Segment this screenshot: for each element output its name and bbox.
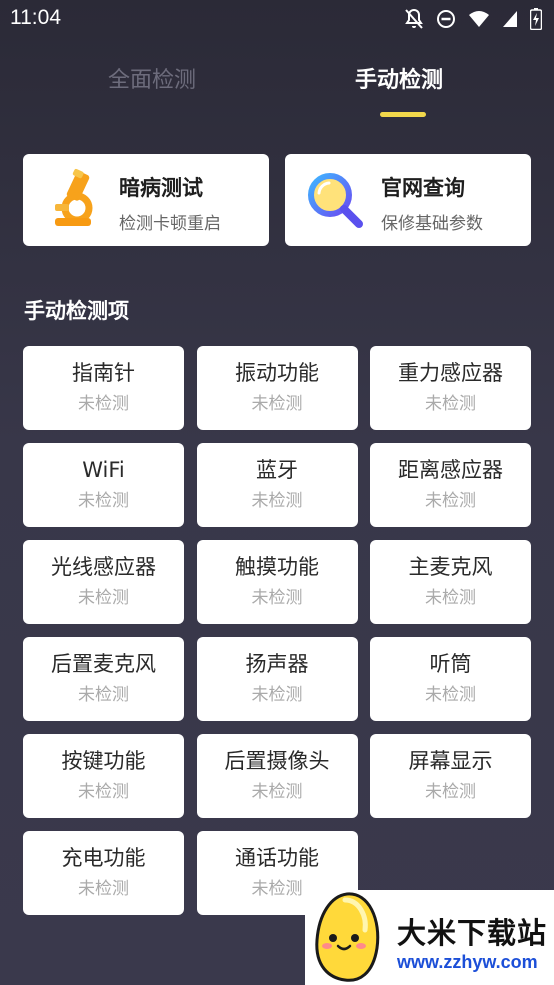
check-item-name: 指南针 — [72, 361, 135, 385]
check-item-status: 未检测 — [251, 685, 303, 705]
check-item-status: 未检测 — [78, 588, 129, 608]
cell-signal-icon — [503, 11, 517, 27]
check-item-name: 屏幕显示 — [408, 749, 493, 773]
check-item-status: 未检测 — [251, 782, 303, 802]
active-tab-indicator — [380, 112, 426, 117]
official-query-card[interactable]: 官网查询 保修基础参数 — [285, 154, 531, 246]
check-item-charging[interactable]: 充电功能 未检测 — [23, 831, 184, 915]
check-item-wifi[interactable]: WiFi 未检测 — [23, 443, 184, 527]
check-item-status: 未检测 — [251, 394, 303, 414]
check-item-name: WiFi — [82, 458, 125, 482]
check-item-bluetooth[interactable]: 蓝牙 未检测 — [196, 443, 358, 527]
check-item-speaker[interactable]: 扬声器 未检测 — [196, 637, 358, 721]
check-item-name: 按键功能 — [61, 749, 146, 773]
official-query-title: 官网查询 — [381, 176, 465, 200]
manual-check-grid: 指南针 未检测 振动功能 未检测 重力感应器 未检测 WiFi 未检测 蓝牙 未检测 距离… — [23, 346, 531, 915]
check-item-rear-camera[interactable]: 后置摄像头 未检测 — [196, 734, 358, 818]
status-time: 11:04 — [10, 6, 61, 29]
check-item-name: 振动功能 — [235, 361, 319, 385]
do-not-disturb-icon — [437, 10, 455, 28]
watermark: 大米下载站 www.zzhyw.com — [305, 890, 554, 985]
check-item-gravity-sensor[interactable]: 重力感应器 未检测 — [370, 346, 531, 430]
check-item-compass[interactable]: 指南针 未检测 — [23, 346, 184, 430]
tab-full-check[interactable]: 全面检测 — [108, 62, 196, 94]
check-item-name: 触摸功能 — [235, 555, 319, 579]
check-item-status: 未检测 — [78, 685, 129, 705]
check-item-rear-microphone[interactable]: 后置麦克风 未检测 — [23, 637, 184, 721]
check-item-name: 后置麦克风 — [51, 652, 156, 676]
check-item-name: 充电功能 — [61, 846, 146, 870]
check-item-screen-display[interactable]: 屏幕显示 未检测 — [370, 734, 531, 818]
check-item-buttons[interactable]: 按键功能 未检测 — [23, 734, 184, 818]
check-item-name: 重力感应器 — [398, 361, 503, 385]
hidden-fault-test-title: 暗病测试 — [119, 176, 203, 200]
check-item-status: 未检测 — [425, 491, 476, 511]
check-item-main-microphone[interactable]: 主麦克风 未检测 — [370, 540, 531, 624]
wifi-signal-icon — [469, 11, 489, 27]
status-icons — [404, 8, 542, 30]
check-item-name: 听筒 — [429, 652, 472, 676]
magnifier-icon — [308, 173, 363, 228]
check-item-vibration[interactable]: 振动功能 未检测 — [196, 346, 358, 430]
check-item-name: 通话功能 — [235, 846, 319, 870]
hidden-fault-test-card[interactable]: 暗病测试 检测卡顿重启 — [23, 154, 269, 246]
check-item-status: 未检测 — [425, 782, 476, 802]
check-item-status: 未检测 — [425, 685, 476, 705]
check-item-status: 未检测 — [425, 394, 476, 414]
microscope-icon — [55, 168, 93, 226]
watermark-url: www.zzhyw.com — [397, 952, 538, 972]
check-item-touch[interactable]: 触摸功能 未检测 — [196, 540, 358, 624]
check-item-light-sensor[interactable]: 光线感应器 未检测 — [23, 540, 184, 624]
check-item-name: 光线感应器 — [51, 555, 156, 579]
check-item-status: 未检测 — [78, 782, 129, 802]
check-item-status: 未检测 — [425, 588, 476, 608]
check-item-name: 后置摄像头 — [224, 749, 330, 773]
check-item-earpiece[interactable]: 听筒 未检测 — [370, 637, 531, 721]
watermark-brand: 大米下载站 — [397, 916, 548, 950]
hidden-fault-test-subtitle: 检测卡顿重启 — [119, 214, 221, 234]
tab-manual-check[interactable]: 手动检测 — [355, 62, 443, 94]
notifications-off-icon — [405, 8, 423, 29]
check-item-proximity-sensor[interactable]: 距离感应器 未检测 — [370, 443, 531, 527]
section-title: 手动检测项 — [24, 299, 129, 323]
rice-mascot-icon — [315, 892, 380, 982]
check-item-status: 未检测 — [251, 491, 303, 511]
official-query-subtitle: 保修基础参数 — [381, 214, 483, 234]
check-item-status: 未检测 — [78, 879, 129, 899]
check-item-name: 距离感应器 — [398, 458, 503, 482]
check-item-name: 蓝牙 — [256, 458, 298, 482]
check-item-name: 主麦克风 — [408, 555, 493, 579]
check-item-status: 未检测 — [78, 491, 129, 511]
check-item-name: 扬声器 — [245, 652, 309, 676]
status-bar: 11:04 — [0, 0, 554, 40]
check-item-status: 未检测 — [251, 588, 303, 608]
battery-icon — [530, 8, 542, 30]
check-item-status: 未检测 — [78, 394, 129, 414]
